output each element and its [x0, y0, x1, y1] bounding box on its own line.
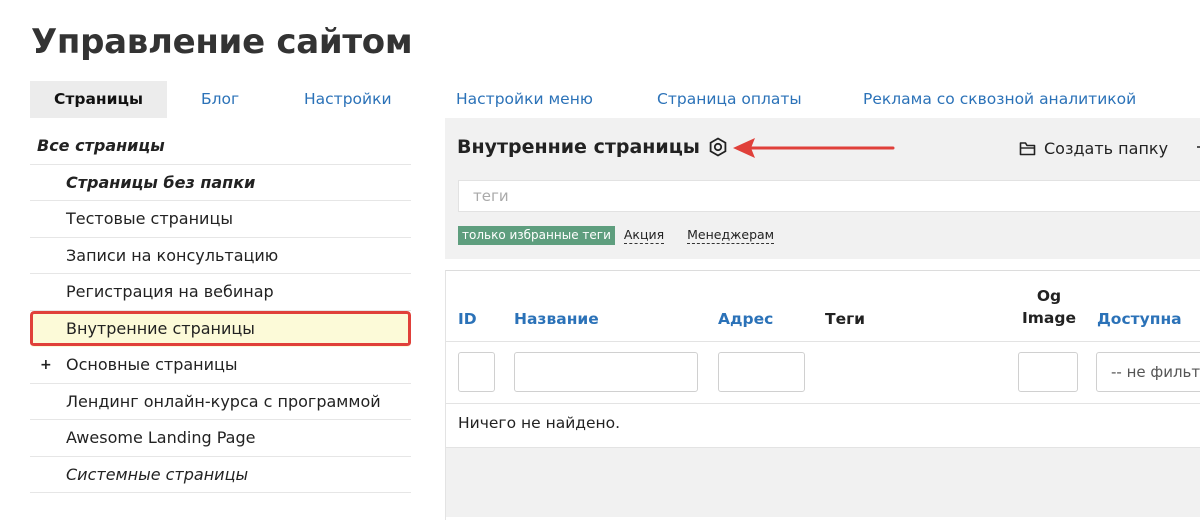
folder-title: Внутренние страницы [457, 136, 700, 158]
sidebar-item-main-pages[interactable]: + Основные страницы [30, 347, 411, 384]
column-header-name[interactable]: Название [514, 310, 599, 328]
column-header-tags: Теги [825, 310, 866, 328]
folder-sidebar: Все страницы Страницы без папки Тестовые… [30, 128, 411, 493]
sidebar-item-system-pages[interactable]: Системные страницы [30, 457, 411, 493]
filter-divider [446, 403, 1200, 404]
tab-payment-page[interactable]: Страница оплаты [657, 81, 802, 118]
column-header-available[interactable]: Доступна [1097, 310, 1182, 328]
settings-hex-icon[interactable] [708, 137, 728, 157]
create-folder-label: Создать папку [1044, 138, 1169, 158]
tab-blog[interactable]: Блог [201, 81, 239, 118]
tab-ads-analytics[interactable]: Реклама со сквозной аналитикой [863, 81, 1136, 118]
annotation-arrow-icon [733, 138, 895, 158]
og-filter-input[interactable] [1018, 352, 1078, 392]
page-title: Управление сайтом [31, 22, 413, 62]
tab-menu-settings[interactable]: Настройки меню [456, 81, 593, 118]
column-header-og-image: Og Image [1018, 285, 1080, 329]
sidebar-item-internal-pages[interactable]: Внутренние страницы [30, 310, 411, 347]
site-management-page: Управление сайтом Страницы Блог Настройк… [0, 0, 1200, 524]
table-footer [446, 447, 1200, 517]
available-filter-select[interactable]: -- не фильтр [1096, 352, 1200, 392]
address-filter-input[interactable] [718, 352, 805, 392]
empty-message: Ничего не найдено. [458, 414, 621, 432]
tab-pages[interactable]: Страницы [30, 81, 167, 118]
og-line-2: Image [1022, 309, 1076, 327]
sidebar-item-awesome-landing[interactable]: Awesome Landing Page [30, 420, 411, 457]
tag-managers[interactable]: Менеджерам [687, 227, 775, 244]
pages-table: ID Название Адрес Теги Og Image Доступна… [445, 270, 1200, 520]
column-header-address[interactable]: Адрес [718, 310, 773, 328]
folder-icon [1019, 141, 1036, 155]
tab-settings[interactable]: Настройки [304, 81, 392, 118]
sidebar-item-consultation[interactable]: Записи на консультацию [30, 238, 411, 274]
sidebar-item-test-pages[interactable]: Тестовые страницы [30, 201, 411, 238]
og-line-1: Og [1036, 287, 1062, 305]
id-filter-input[interactable] [458, 352, 495, 392]
sidebar-item-no-folder[interactable]: Страницы без папки [30, 165, 411, 201]
sidebar-item-all-pages[interactable]: Все страницы [30, 128, 411, 165]
create-folder-button[interactable]: Создать папку [1019, 137, 1168, 159]
sidebar-item-webinar-registration[interactable]: Регистрация на вебинар [30, 274, 411, 311]
folder-header-panel: Внутренние страницы Создать папку только… [445, 118, 1200, 259]
tag-filter-row: только избранные теги Акция Менеджерам [458, 226, 788, 245]
tags-filter-input[interactable] [458, 180, 1200, 212]
column-header-id[interactable]: ID [458, 310, 477, 328]
tab-bar: Страницы Блог Настройки Настройки меню С… [30, 81, 1200, 118]
expand-plus-icon[interactable]: + [40, 347, 52, 384]
name-filter-input[interactable] [514, 352, 698, 392]
sidebar-item-course-landing[interactable]: Лендинг онлайн-курса с программой [30, 384, 411, 420]
sidebar-item-label: Основные страницы [66, 355, 238, 374]
header-divider [446, 341, 1200, 342]
tag-promo[interactable]: Акция [623, 227, 665, 244]
favorite-tags-toggle[interactable]: только избранные теги [458, 226, 615, 245]
